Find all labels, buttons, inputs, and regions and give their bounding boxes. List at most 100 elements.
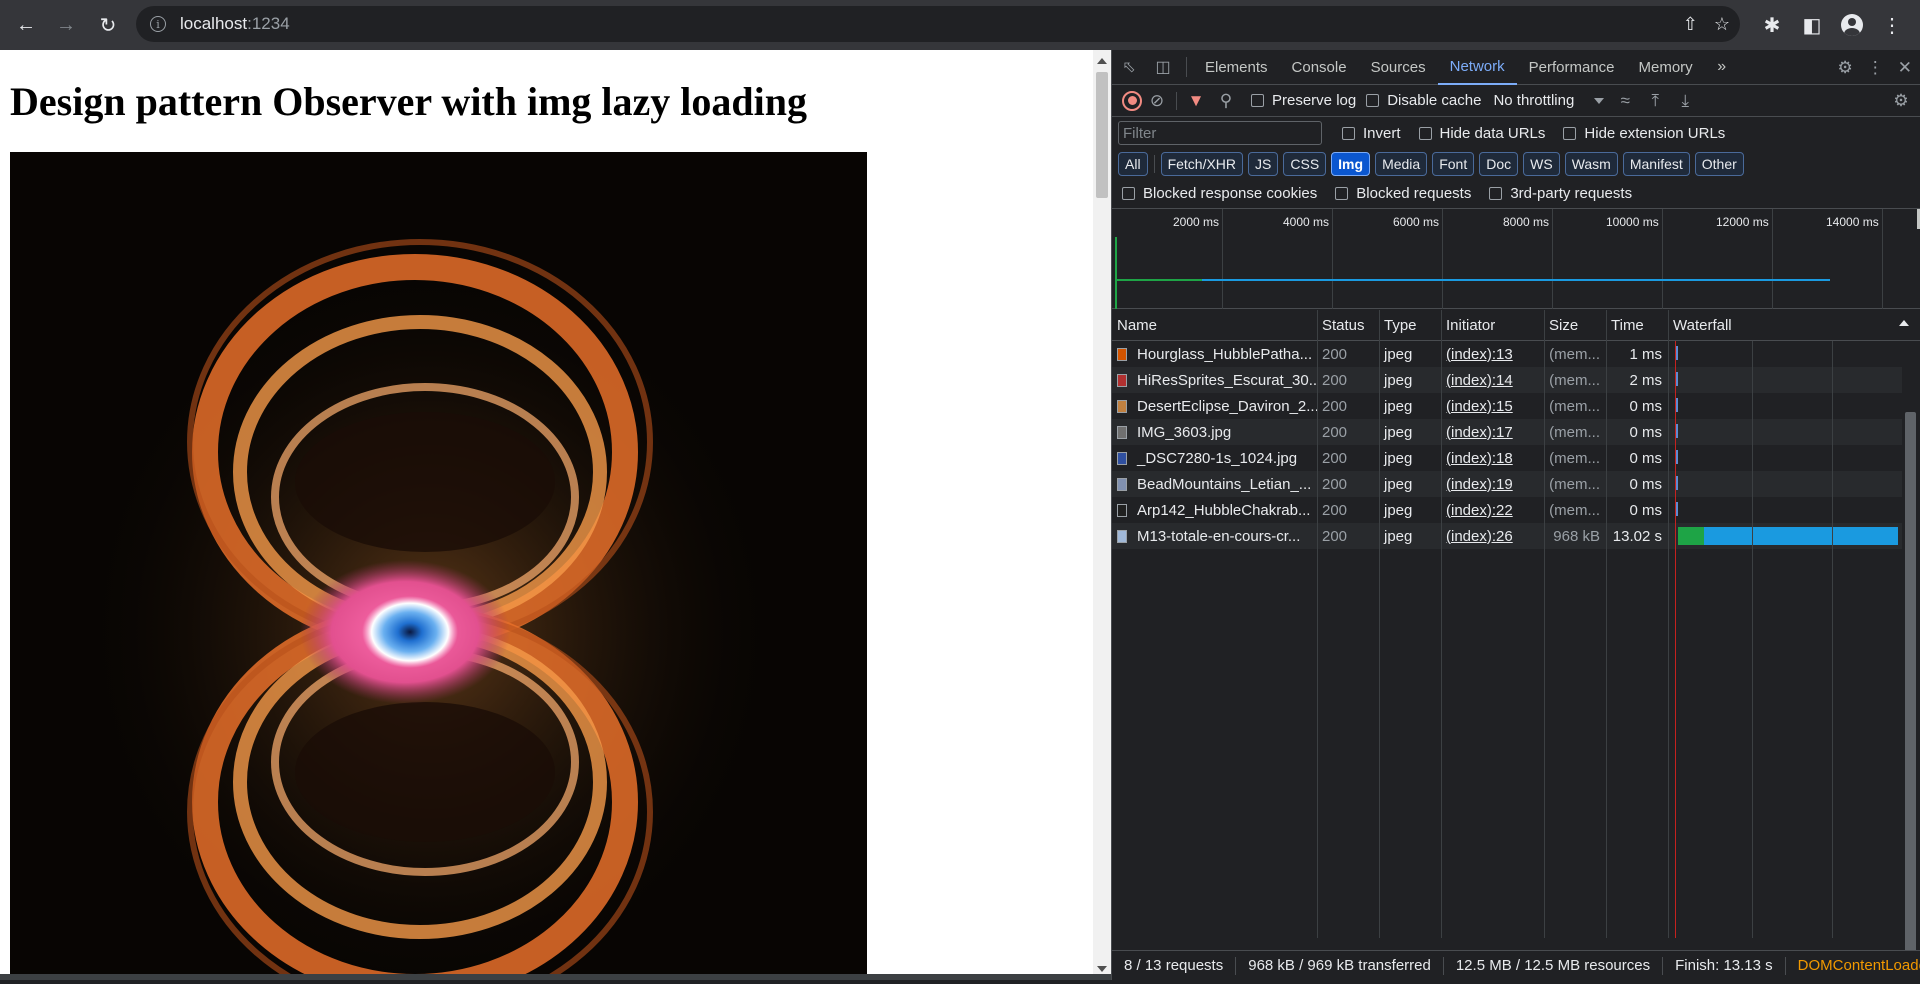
- table-row[interactable]: DesertEclipse_Daviron_2... 200 jpeg (index)…: [1112, 393, 1902, 419]
- search-icon[interactable]: ⚲: [1211, 85, 1241, 117]
- tab-memory[interactable]: Memory: [1627, 50, 1705, 85]
- column-header-waterfall[interactable]: Waterfall: [1668, 310, 1902, 341]
- request-name[interactable]: DesertEclipse_Daviron_2...: [1112, 393, 1317, 419]
- settings-gear-icon[interactable]: ⚙: [1838, 58, 1853, 78]
- tab-network[interactable]: Network: [1437, 50, 1517, 85]
- type-filter-font[interactable]: Font: [1432, 152, 1475, 176]
- profile-button[interactable]: [1832, 5, 1872, 45]
- type-filter-other[interactable]: Other: [1694, 152, 1744, 176]
- column-header-name[interactable]: Name: [1112, 310, 1317, 341]
- table-row[interactable]: HiResSprites_Escurat_30... 200 jpeg (index)…: [1112, 367, 1902, 393]
- devtools-menu-icon[interactable]: ⋮: [1867, 58, 1884, 78]
- request-name[interactable]: Arp142_HubbleChakrab...: [1112, 497, 1317, 523]
- type-filter-manifest[interactable]: Manifest: [1622, 152, 1690, 176]
- forward-arrow-icon[interactable]: →: [46, 5, 86, 45]
- page-scrollbar-thumb[interactable]: [1096, 72, 1108, 198]
- reload-icon[interactable]: ↻: [88, 5, 128, 45]
- throttling-select[interactable]: No throttling: [1493, 92, 1605, 109]
- table-row[interactable]: M13-totale-en-cours-cr... 200 jpeg (index):…: [1112, 523, 1902, 549]
- type-filter-media[interactable]: Media: [1375, 152, 1428, 176]
- clear-icon[interactable]: ⊘: [1142, 85, 1172, 117]
- request-initiator-link[interactable]: (index):19: [1441, 471, 1544, 497]
- sort-ascending-icon[interactable]: [1899, 320, 1909, 326]
- request-initiator-link[interactable]: (index):13: [1441, 341, 1544, 367]
- request-initiator-link[interactable]: (index):22: [1441, 497, 1544, 523]
- request-name[interactable]: BeadMountains_Letian_...: [1112, 471, 1317, 497]
- type-filter-js[interactable]: JS: [1248, 152, 1279, 176]
- filter-input[interactable]: [1118, 121, 1322, 145]
- export-har-icon[interactable]: ⤓: [1670, 85, 1700, 117]
- extensions-puzzle-icon[interactable]: ✱: [1752, 5, 1792, 45]
- table-row[interactable]: IMG_3603.jpg 200 jpeg (index):17 (mem... 0 ms: [1112, 419, 1902, 445]
- tab-sources[interactable]: Sources: [1359, 50, 1438, 85]
- bookmark-star-icon[interactable]: ☆: [1714, 14, 1730, 35]
- scroll-up-arrow-icon[interactable]: [1097, 58, 1107, 64]
- table-row[interactable]: BeadMountains_Letian_... 200 jpeg (index):1…: [1112, 471, 1902, 497]
- tab-elements[interactable]: Elements: [1193, 50, 1280, 85]
- browser-menu-icon[interactable]: ⋮: [1872, 5, 1912, 45]
- scroll-down-arrow-icon[interactable]: [1097, 966, 1107, 972]
- table-row[interactable]: Hourglass_HubblePatha... 200 jpeg (index):1…: [1112, 341, 1902, 367]
- filter-funnel-icon[interactable]: ▼: [1181, 85, 1211, 117]
- side-panel-icon[interactable]: ◧: [1792, 5, 1832, 45]
- network-overview-timeline[interactable]: 2000 ms 4000 ms 6000 ms 8000 ms 10000 ms…: [1112, 209, 1920, 309]
- request-name[interactable]: IMG_3603.jpg: [1112, 419, 1317, 445]
- type-filter-css[interactable]: CSS: [1283, 152, 1327, 176]
- hide-extension-urls-checkbox[interactable]: Hide extension URLs: [1563, 125, 1725, 142]
- column-header-time[interactable]: Time: [1606, 310, 1668, 341]
- request-name[interactable]: Hourglass_HubblePatha...: [1112, 341, 1317, 367]
- request-waterfall: [1668, 445, 1902, 471]
- third-party-requests-checkbox[interactable]: 3rd-party requests: [1489, 185, 1632, 202]
- device-toolbar-icon[interactable]: ◫: [1146, 50, 1180, 84]
- request-initiator-link[interactable]: (index):15: [1441, 393, 1544, 419]
- close-icon[interactable]: ✕: [1898, 58, 1912, 78]
- overview-start-marker: [1115, 237, 1117, 309]
- table-row[interactable]: _DSC7280-1s_1024.jpg 200 jpeg (index):18 (me…: [1112, 445, 1902, 471]
- back-arrow-icon[interactable]: ←: [6, 5, 46, 45]
- column-header-type[interactable]: Type: [1379, 310, 1441, 341]
- table-scrollbar[interactable]: [1902, 396, 1920, 984]
- invert-checkbox[interactable]: Invert: [1342, 125, 1401, 142]
- column-header-initiator[interactable]: Initiator: [1441, 310, 1544, 341]
- type-filter-doc[interactable]: Doc: [1479, 152, 1519, 176]
- request-initiator-link[interactable]: (index):26: [1441, 523, 1544, 549]
- address-bar[interactable]: i localhost:1234 ⇧ ☆: [136, 6, 1740, 42]
- page-scrollbar[interactable]: [1093, 50, 1111, 980]
- request-name[interactable]: M13-totale-en-cours-cr...: [1112, 523, 1317, 549]
- request-name[interactable]: HiResSprites_Escurat_30...: [1112, 367, 1317, 393]
- request-waterfall: [1668, 341, 1902, 367]
- table-row[interactable]: Arp142_HubbleChakrab... 200 jpeg (index):22…: [1112, 497, 1902, 523]
- type-filter-all[interactable]: All: [1118, 152, 1148, 176]
- request-time: 13.02 s: [1612, 527, 1662, 545]
- record-stop-icon[interactable]: [1122, 90, 1142, 111]
- table-scrollbar-thumb[interactable]: [1905, 412, 1916, 968]
- request-initiator-link[interactable]: (index):14: [1441, 367, 1544, 393]
- request-initiator-link[interactable]: (index):18: [1441, 445, 1544, 471]
- blocked-requests-checkbox[interactable]: Blocked requests: [1335, 185, 1471, 202]
- network-settings-gear-icon[interactable]: ⚙: [1886, 85, 1916, 117]
- type-filter-img[interactable]: Img: [1331, 152, 1371, 176]
- tab-console[interactable]: Console: [1280, 50, 1359, 85]
- column-header-status[interactable]: Status: [1317, 310, 1379, 341]
- request-size: (mem...: [1549, 371, 1600, 389]
- request-initiator-link[interactable]: (index):17: [1441, 419, 1544, 445]
- share-icon[interactable]: ⇧: [1683, 14, 1698, 35]
- tab-performance[interactable]: Performance: [1517, 50, 1627, 85]
- network-conditions-wifi-icon[interactable]: ≈: [1610, 85, 1640, 117]
- more-tabs-chevron-icon[interactable]: »: [1705, 50, 1739, 84]
- disable-cache-checkbox[interactable]: Disable cache: [1366, 92, 1481, 109]
- type-filter-fetch-xhr[interactable]: Fetch/XHR: [1160, 152, 1244, 176]
- type-filter-ws[interactable]: WS: [1523, 152, 1560, 176]
- resources-size: 12.5 MB / 12.5 MB resources: [1444, 956, 1664, 975]
- preserve-log-checkbox[interactable]: Preserve log: [1251, 92, 1356, 109]
- hide-data-urls-checkbox[interactable]: Hide data URLs: [1418, 125, 1545, 142]
- type-filter-wasm[interactable]: Wasm: [1564, 152, 1618, 176]
- blocked-response-cookies-checkbox[interactable]: Blocked response cookies: [1122, 185, 1317, 202]
- request-name[interactable]: _DSC7280-1s_1024.jpg: [1112, 445, 1317, 471]
- import-har-icon[interactable]: ⤒: [1640, 85, 1670, 117]
- transferred-size: 968 kB / 969 kB transferred: [1236, 956, 1444, 975]
- site-info-icon[interactable]: i: [150, 16, 166, 32]
- inspect-element-icon[interactable]: ⬁: [1112, 50, 1146, 84]
- column-header-size[interactable]: Size: [1544, 310, 1606, 341]
- chevron-down-icon: [1594, 97, 1605, 104]
